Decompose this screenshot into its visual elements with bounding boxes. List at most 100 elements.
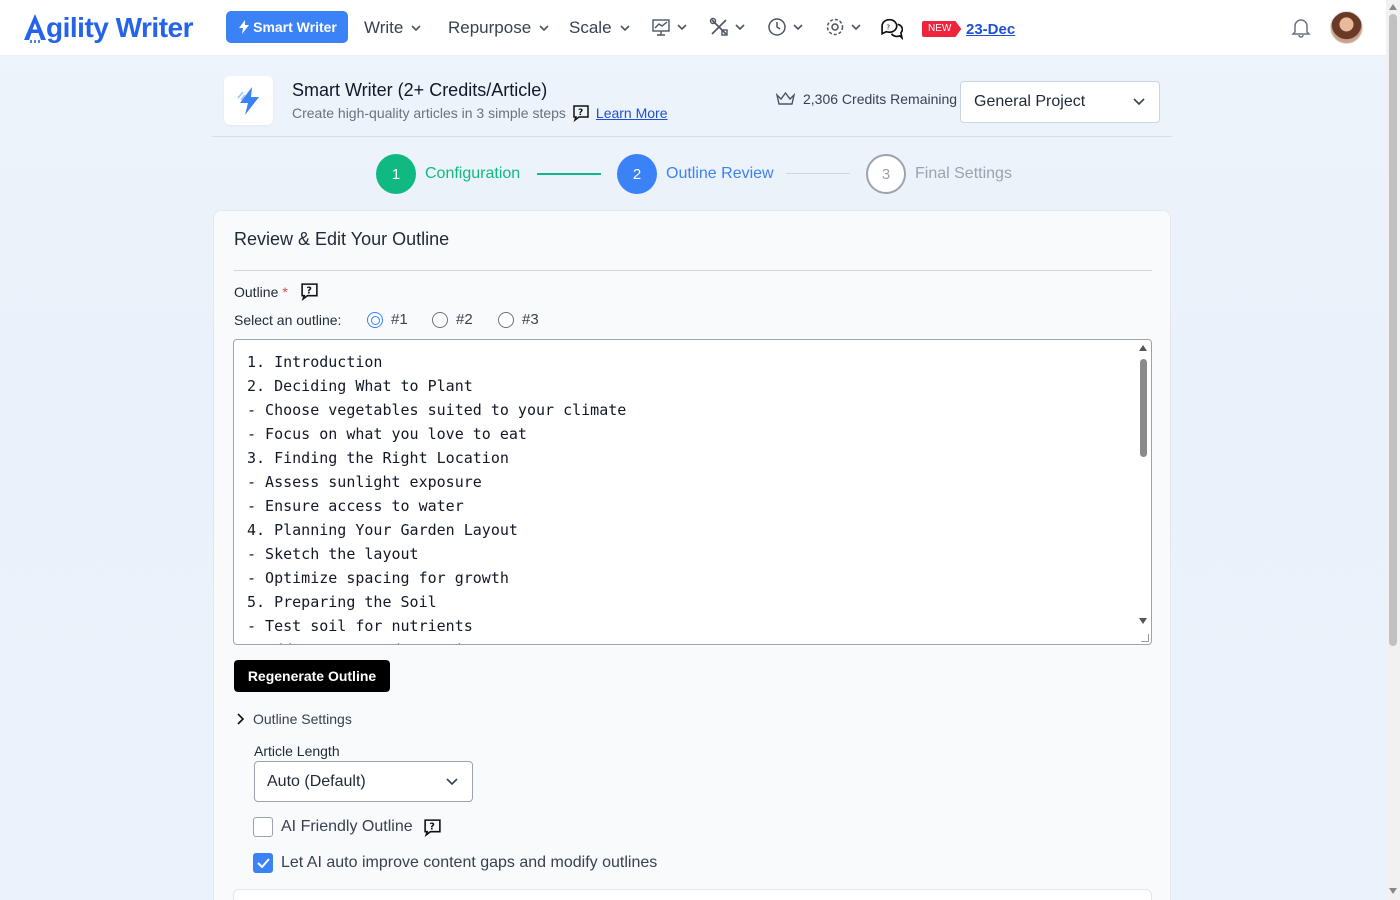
- smart-writer-label: Smart Writer: [253, 19, 337, 35]
- step-connector-1: [537, 173, 601, 175]
- step-3-circle[interactable]: 3: [866, 154, 906, 194]
- outline-option-1[interactable]: #1: [367, 311, 408, 328]
- history-icon: [768, 18, 786, 36]
- project-select-value: General Project: [974, 93, 1086, 110]
- ai-friendly-label: AI Friendly Outline: [281, 818, 413, 835]
- outline-label-text: Outline: [234, 283, 279, 300]
- help-icon[interactable]: ?: [572, 104, 590, 122]
- svg-text:?: ?: [578, 108, 583, 118]
- ai-friendly-checkbox-row[interactable]: AI Friendly Outline ?: [253, 817, 442, 837]
- outline-label: Outline * ?: [234, 282, 319, 301]
- nav-analytics-menu[interactable]: [651, 17, 687, 37]
- tools-icon: [709, 17, 728, 36]
- radio-icon[interactable]: [432, 311, 448, 328]
- next-section-panel: [233, 889, 1152, 900]
- page-title: Smart Writer (2+ Credits/Article): [292, 80, 548, 100]
- smart-writer-button[interactable]: Smart Writer: [226, 11, 348, 43]
- scroll-down-arrow-icon[interactable]: [1139, 618, 1147, 624]
- auto-improve-checkbox[interactable]: [253, 853, 273, 873]
- chevron-down-icon: [851, 24, 861, 30]
- scroll-thumb[interactable]: [1389, 14, 1397, 646]
- chat-icon: ?: [881, 18, 903, 40]
- header-divider: [212, 136, 1172, 137]
- chevron-right-icon: [237, 713, 245, 725]
- page-scrollbar[interactable]: [1386, 0, 1400, 900]
- outline-text[interactable]: 1. Introduction 2. Deciding What to Plan…: [247, 350, 626, 644]
- article-length-select[interactable]: Auto (Default): [254, 761, 473, 802]
- crown-icon: [776, 92, 795, 105]
- step-2-circle[interactable]: 2: [617, 154, 657, 194]
- radio-selected-icon[interactable]: [367, 311, 383, 328]
- logo[interactable]: gility Writer: [22, 10, 194, 46]
- scroll-down-arrow-icon[interactable]: [1389, 888, 1397, 894]
- nav-write[interactable]: Write: [364, 18, 421, 38]
- credits-text: 2,306 Credits Remaining: [803, 91, 958, 107]
- settings-icon: [826, 18, 844, 36]
- bell-icon[interactable]: [1290, 16, 1312, 38]
- card-title: Review & Edit Your Outline: [234, 229, 450, 249]
- help-icon[interactable]: ?: [423, 818, 442, 837]
- nav-support-chat[interactable]: ?: [880, 17, 903, 40]
- lightning-icon: [236, 86, 259, 115]
- chart-icon: [652, 19, 670, 36]
- new-release-link[interactable]: 23-Dec: [966, 21, 1015, 38]
- chevron-down-icon: [735, 24, 745, 30]
- radio-icon[interactable]: [498, 311, 514, 328]
- new-badge: NEW: [922, 21, 962, 37]
- outline-option-3[interactable]: #3: [498, 311, 539, 328]
- chevron-down-icon: [411, 25, 421, 31]
- required-marker: *: [282, 283, 288, 300]
- textarea-scroll-thumb[interactable]: [1140, 359, 1147, 457]
- scroll-up-arrow-icon[interactable]: [1389, 4, 1397, 10]
- outline-textarea[interactable]: 1. Introduction 2. Deciding What to Plan…: [233, 339, 1152, 645]
- page-subtitle: Create high-quality articles in 3 simple…: [292, 104, 668, 122]
- outline-option-2[interactable]: #2: [432, 311, 473, 328]
- auto-improve-label: Let AI auto improve content gaps and mod…: [281, 854, 658, 871]
- outline-option-3-label: #3: [522, 311, 539, 328]
- nav-repurpose-label: Repurpose: [448, 18, 532, 37]
- nav-write-label: Write: [364, 18, 404, 37]
- top-navbar: gility Writer Smart Writer Write Repurpo…: [0, 0, 1386, 56]
- subtitle-text: Create high-quality articles in 3 simple…: [292, 105, 566, 121]
- outline-option-1-label: #1: [391, 311, 408, 328]
- ai-friendly-checkbox[interactable]: [253, 817, 273, 837]
- card-divider: [234, 270, 1152, 271]
- step-2-label[interactable]: Outline Review: [666, 165, 774, 183]
- learn-more-link[interactable]: Learn More: [596, 105, 668, 121]
- nav-settings-menu[interactable]: [825, 17, 861, 37]
- chevron-down-icon: [793, 24, 803, 30]
- regenerate-outline-button[interactable]: Regenerate Outline: [234, 660, 390, 692]
- select-outline-label: Select an outline:: [234, 312, 342, 328]
- svg-text:?: ?: [429, 821, 435, 832]
- scroll-up-arrow-icon[interactable]: [1139, 345, 1147, 351]
- chevron-down-icon: [446, 777, 458, 785]
- nav-scale[interactable]: Scale: [569, 18, 630, 38]
- step-3-label[interactable]: Final Settings: [915, 165, 1012, 183]
- project-select[interactable]: General Project: [960, 81, 1160, 123]
- resize-handle-icon[interactable]: [1141, 634, 1149, 642]
- credits-remaining: 2,306 Credits Remaining: [776, 91, 957, 107]
- svg-text:?: ?: [886, 23, 890, 32]
- nav-tools-menu[interactable]: [709, 17, 745, 37]
- step-1-label[interactable]: Configuration: [425, 165, 520, 183]
- help-icon[interactable]: ?: [300, 282, 319, 301]
- step-1-circle[interactable]: 1: [376, 154, 416, 194]
- chevron-down-icon: [1133, 98, 1145, 106]
- nav-scale-label: Scale: [569, 18, 612, 37]
- user-avatar[interactable]: [1330, 11, 1363, 44]
- outline-settings-toggle[interactable]: Outline Settings: [237, 711, 352, 727]
- textarea-scrollbar[interactable]: [1136, 341, 1150, 643]
- nav-history-menu[interactable]: [767, 17, 803, 37]
- article-length-label: Article Length: [254, 743, 340, 759]
- logo-rocket-icon: [24, 14, 46, 43]
- svg-text:?: ?: [306, 286, 312, 297]
- logo-text: gility Writer: [46, 12, 194, 43]
- chevron-down-icon: [619, 25, 630, 31]
- step-connector-2: [786, 173, 850, 174]
- auto-improve-checkbox-row[interactable]: Let AI auto improve content gaps and mod…: [253, 853, 657, 873]
- outline-option-2-label: #2: [456, 311, 473, 328]
- chevron-down-icon: [677, 24, 687, 30]
- lightning-icon: [239, 20, 250, 34]
- checkmark-icon: [256, 858, 270, 868]
- nav-repurpose[interactable]: Repurpose: [448, 18, 549, 38]
